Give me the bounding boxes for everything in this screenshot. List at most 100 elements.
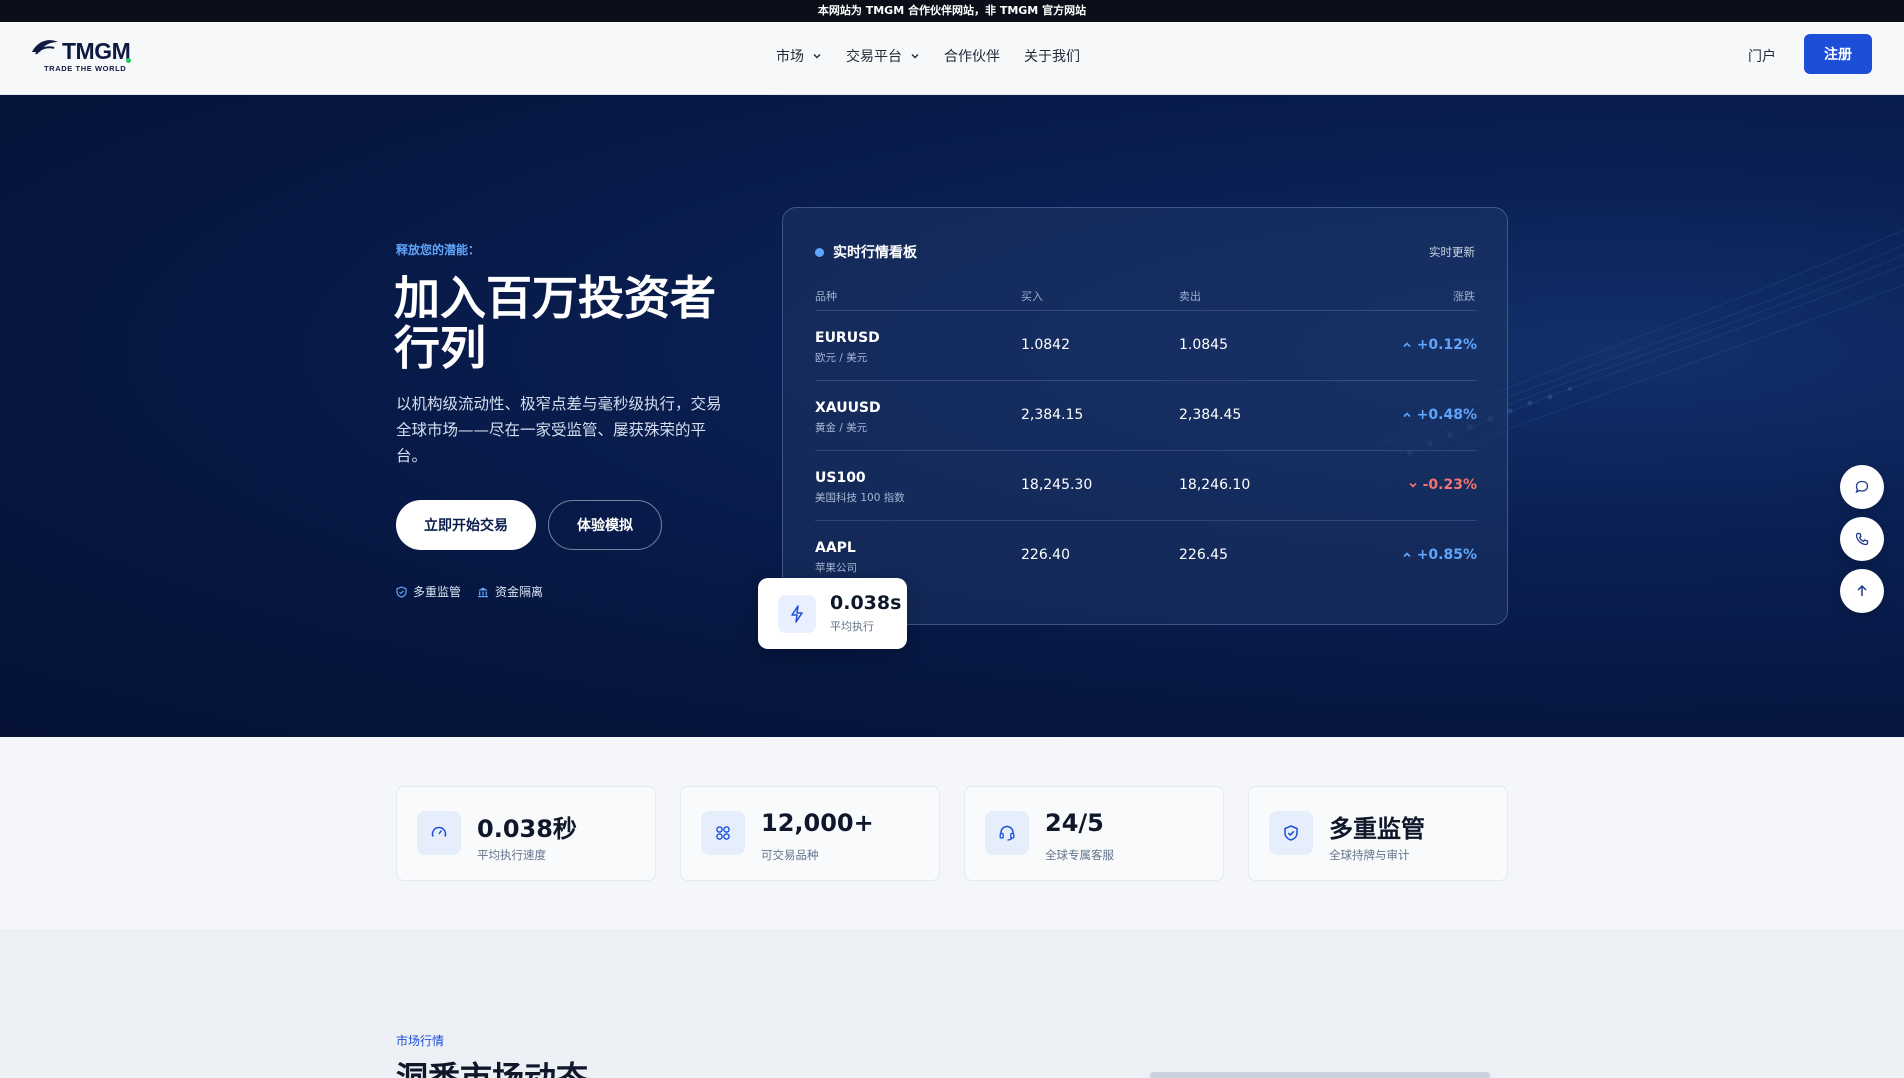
stat-value: 多重监管 [1329, 815, 1425, 843]
live-quotes-board: 实时行情看板 实时更新 品种 买入 卖出 涨跌 EURUSD 欧元 / 美元 1… [782, 207, 1508, 625]
start-trading-button[interactable]: 立即开始交易 [396, 500, 536, 550]
phone-button[interactable] [1840, 517, 1884, 561]
stat-card: 0.038秒 平均执行速度 [396, 786, 656, 881]
quote-bid: 18,245.30 [1021, 477, 1093, 493]
quote-row[interactable]: US100 美国科技 100 指数 18,245.30 18,246.10 -0… [815, 450, 1477, 520]
stat-label: 平均执行速度 [477, 848, 546, 862]
stat-card: 12,000+ 可交易品种 [680, 786, 940, 881]
quote-row[interactable]: AAPL 苹果公司 226.40 226.45 +0.85% [815, 520, 1477, 590]
chat-button[interactable] [1840, 465, 1884, 509]
nav-item-about[interactable]: 关于我们 [1024, 46, 1080, 66]
market-eyebrow: 市场行情 [396, 1034, 445, 1048]
quote-row[interactable]: XAUUSD 黄金 / 美元 2,384.15 2,384.45 +0.48% [815, 380, 1477, 450]
live-indicator-dot [815, 247, 824, 257]
quote-ask: 1.0845 [1179, 337, 1228, 353]
stat-label: 可交易品种 [761, 848, 819, 862]
nav-item-label: 关于我们 [1024, 49, 1080, 65]
market-intro-text-placeholder [1150, 1072, 1490, 1078]
nav-item-partners[interactable]: 合作伙伴 [944, 46, 1000, 66]
nav-menu: 市场 交易平台 合作伙伴 关于我们 [776, 46, 1080, 66]
quote-name: 欧元 / 美元 [815, 352, 868, 364]
chevron-down-icon [813, 54, 821, 59]
badge-label: 多重监管 [413, 585, 462, 599]
badge-label: 资金隔离 [495, 585, 544, 599]
quote-change-value: +0.12% [1416, 337, 1477, 353]
execution-speed-value: 0.038s [830, 592, 902, 614]
col-header-change: 涨跌 [1453, 290, 1475, 303]
board-title: 实时行情看板 [833, 245, 917, 261]
portal-link[interactable]: 门户 [1748, 46, 1776, 66]
quote-ask: 2,384.45 [1179, 407, 1242, 423]
hero-section: 释放您的潜能： 加入百万投资者行列 以机构级流动性、极窄点差与毫秒级执行，交易全… [0, 95, 1904, 737]
quote-name: 苹果公司 [815, 562, 857, 574]
col-header-ask: 卖出 [1179, 290, 1201, 303]
arrow-up-icon [1403, 412, 1411, 418]
col-header-symbol: 品种 [815, 290, 837, 303]
arrow-up-icon [1403, 552, 1411, 558]
nav-item-label: 合作伙伴 [944, 49, 1000, 65]
brand-name: TMGM [62, 38, 131, 64]
badge-regulation: 多重监管 [396, 583, 461, 600]
stat-card: 24/5 全球专属客服 [964, 786, 1224, 881]
nav-item-label: 市场 [776, 49, 804, 65]
hero-subtitle: 以机构级流动性、极窄点差与毫秒级执行，交易全球市场——尽在一家受监管、屡获殊荣的… [396, 395, 722, 465]
chevron-down-icon [911, 54, 919, 59]
quote-change-value: +0.85% [1416, 547, 1477, 563]
logo-swoosh-icon [32, 40, 58, 55]
bank-icon [478, 587, 489, 597]
board-live-label: 实时更新 [1429, 245, 1475, 259]
quote-change-value: -0.23% [1422, 477, 1477, 493]
hero-title: 加入百万投资者行列 [394, 271, 716, 375]
quote-symbol: XAUUSD [815, 400, 881, 416]
col-header-bid: 买入 [1021, 290, 1043, 303]
arrow-up-icon [1857, 584, 1867, 596]
quote-symbol: EURUSD [815, 330, 880, 346]
stat-label: 全球专属客服 [1045, 848, 1114, 862]
market-title: 洞悉市场动态 [396, 1059, 589, 1078]
quote-change: +0.12% [1402, 337, 1477, 353]
chat-bubble-icon [1855, 480, 1869, 494]
quote-change: +0.85% [1402, 547, 1477, 563]
stats-section: 0.038秒 平均执行速度 12,000+ 可交易品种 24/5 全球专属客服 … [0, 737, 1904, 929]
nav-item-markets[interactable]: 市场 [776, 46, 822, 66]
disclaimer-bar: 本网站为 TMGM 合作伙伴网站，非 TMGM 官方网站 [0, 0, 1904, 22]
badge-segregated: 资金隔离 [477, 583, 543, 600]
speedometer-icon [417, 811, 461, 855]
quote-change-value: +0.48% [1416, 407, 1477, 423]
nav-item-platforms[interactable]: 交易平台 [846, 46, 920, 66]
logo-dot [126, 58, 131, 63]
trust-badges: 多重监管 资金隔离 [396, 583, 543, 600]
nav-item-label: 交易平台 [846, 49, 902, 65]
hero-eyebrow: 释放您的潜能： [396, 243, 481, 257]
quote-ask: 226.45 [1179, 547, 1228, 563]
demo-account-button[interactable]: 体验模拟 [548, 500, 662, 550]
quote-row[interactable]: EURUSD 欧元 / 美元 1.0842 1.0845 +0.12% [815, 310, 1477, 380]
quote-bid: 226.40 [1021, 547, 1070, 563]
phone-icon [1855, 532, 1869, 546]
stat-value: 24/5 [1045, 809, 1104, 837]
quote-ask: 18,246.10 [1179, 477, 1251, 493]
execution-speed-card: 0.038s 平均执行 [758, 578, 907, 649]
stat-value: 0.038秒 [477, 815, 577, 843]
brand-logo[interactable]: TMGM TRADE THE WORLD [30, 36, 140, 80]
board-header: 实时行情看板 [815, 242, 917, 262]
market-section: 市场行情 洞悉市场动态 [0, 929, 1904, 1078]
back-to-top-button[interactable] [1840, 569, 1884, 613]
stat-card: 多重监管 全球持牌与审计 [1248, 786, 1508, 881]
brand-tagline: TRADE THE WORLD [44, 64, 127, 73]
headset-icon [985, 811, 1029, 855]
stat-label: 全球持牌与审计 [1329, 848, 1410, 862]
quote-change: +0.48% [1402, 407, 1477, 423]
arrow-down-icon [1409, 482, 1417, 488]
lightning-icon [778, 595, 816, 633]
disclaimer-text: 本网站为 TMGM 合作伙伴网站，非 TMGM 官方网站 [817, 4, 1087, 17]
quote-symbol: US100 [815, 470, 866, 486]
quote-name: 美国科技 100 指数 [815, 492, 905, 504]
shield-icon [396, 585, 407, 598]
stat-value: 12,000+ [761, 809, 874, 837]
signup-button[interactable]: 注册 [1804, 34, 1872, 74]
quote-bid: 1.0842 [1021, 337, 1070, 353]
execution-speed-label: 平均执行 [830, 620, 874, 633]
quote-symbol: AAPL [815, 540, 856, 556]
grid-icon [701, 811, 745, 855]
